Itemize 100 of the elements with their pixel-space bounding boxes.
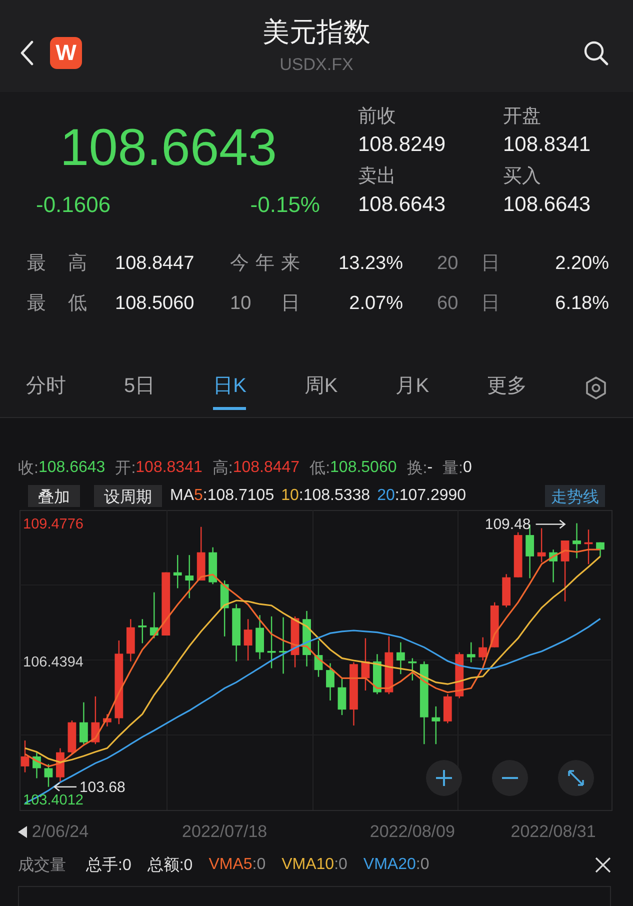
candlestick bbox=[279, 617, 288, 674]
quote-value: 108.5060 bbox=[330, 459, 397, 477]
date-axis-label: 2022/07/18 bbox=[182, 822, 268, 842]
percent-change: -0.15% bbox=[250, 192, 320, 218]
candlestick bbox=[256, 615, 264, 660]
candlestick bbox=[396, 642, 405, 674]
candlestick bbox=[572, 523, 581, 558]
stat-label: 20 日 bbox=[437, 252, 500, 276]
quote-label: 收: bbox=[18, 458, 38, 478]
candlestick bbox=[126, 619, 135, 662]
candlestick bbox=[91, 696, 100, 744]
detail-label: 卖出 bbox=[358, 165, 397, 189]
settings-icon[interactable] bbox=[584, 376, 607, 400]
detail-label: 买入 bbox=[503, 165, 542, 189]
stat-label: 60 日 bbox=[437, 292, 500, 316]
ma-legend: MA5:108.7105 bbox=[170, 487, 274, 505]
quote-value: 0 bbox=[462, 459, 472, 477]
candlestick bbox=[584, 530, 593, 564]
candlestick bbox=[502, 574, 511, 608]
candlestick bbox=[232, 604, 241, 662]
search-icon[interactable] bbox=[583, 40, 609, 66]
date-axis-label: 2022/08/09 bbox=[370, 822, 455, 842]
candlestick bbox=[466, 642, 476, 662]
period-tab[interactable]: 日K bbox=[213, 366, 246, 410]
quote-label: 换: bbox=[406, 458, 428, 478]
period-tab[interactable]: 月K bbox=[396, 366, 430, 410]
quote-label: 开: bbox=[115, 458, 136, 478]
candlestick bbox=[138, 619, 147, 644]
detail-value: 108.8341 bbox=[503, 132, 592, 158]
scroll-left-icon[interactable] bbox=[18, 826, 27, 838]
trend-line-button[interactable]: 走势线 bbox=[545, 485, 605, 507]
volume-field: 总额:0 bbox=[147, 854, 193, 876]
candlestick bbox=[549, 550, 558, 582]
zoom-in-button[interactable] bbox=[426, 760, 462, 796]
candlestick bbox=[514, 532, 522, 578]
candlestick bbox=[384, 636, 394, 694]
candlestick bbox=[56, 748, 64, 782]
candlestick bbox=[443, 694, 452, 724]
candlestick bbox=[432, 706, 440, 744]
quote-label: 量: bbox=[442, 458, 463, 478]
candlestick bbox=[173, 555, 182, 588]
candlestick bbox=[596, 542, 604, 556]
candlestick bbox=[32, 752, 41, 778]
quote-label: 高: bbox=[212, 458, 233, 478]
candlestick bbox=[44, 764, 53, 787]
quote-value: 108.8341 bbox=[136, 459, 202, 477]
stat-value: 2.07% bbox=[348, 292, 403, 316]
price-axis-label: 109.4776 bbox=[23, 516, 84, 532]
back-icon[interactable] bbox=[20, 40, 34, 66]
arrow-icon bbox=[535, 520, 566, 529]
detail-value: 108.6643 bbox=[358, 192, 447, 218]
candlestick bbox=[267, 616, 276, 668]
candlestick bbox=[20, 740, 30, 772]
candlestick bbox=[350, 662, 358, 726]
candlestick bbox=[326, 663, 334, 700]
toolbar-button[interactable]: 叠加 bbox=[28, 485, 80, 507]
candlestick bbox=[185, 555, 194, 598]
detail-label: 前收 bbox=[358, 105, 397, 129]
candlestick bbox=[196, 526, 206, 580]
fullscreen-button[interactable] bbox=[558, 760, 594, 796]
stat-label: 10 日 bbox=[230, 292, 300, 316]
period-tab[interactable]: 分时 bbox=[26, 366, 66, 410]
close-icon[interactable] bbox=[595, 857, 611, 873]
candlestick bbox=[314, 640, 323, 677]
detail-label: 开盘 bbox=[503, 105, 542, 129]
stat-value: 13.23% bbox=[338, 252, 403, 276]
candlestick bbox=[68, 720, 76, 754]
candlestick bbox=[244, 619, 252, 660]
candlestick bbox=[490, 602, 499, 648]
stat-value: 108.8447 bbox=[115, 252, 196, 276]
candlestick bbox=[290, 616, 300, 668]
date-axis-label: 2/06/24 bbox=[32, 822, 89, 842]
stat-value: 2.20% bbox=[554, 252, 609, 276]
ma-legend: 20:107.2990 bbox=[377, 487, 466, 505]
vma-legend: VMA5:0 bbox=[208, 856, 266, 874]
period-tab[interactable]: 5日 bbox=[124, 366, 156, 410]
candlestick bbox=[478, 637, 488, 660]
stat-value: 6.18% bbox=[554, 292, 609, 316]
price-change: -0.1606 bbox=[36, 192, 111, 218]
app-logo: W bbox=[50, 37, 82, 69]
candlestick bbox=[408, 658, 417, 680]
volume-field: 总手:0 bbox=[86, 854, 132, 876]
expand-icon bbox=[567, 769, 585, 787]
candlestick bbox=[302, 610, 311, 666]
candlestick bbox=[373, 654, 382, 694]
high-price-label: 109.48 bbox=[484, 516, 531, 534]
stat-label: 最 高 bbox=[27, 252, 87, 276]
zoom-out-button[interactable] bbox=[492, 760, 528, 796]
ma-legend: 10:108.5338 bbox=[281, 487, 370, 505]
candlestick bbox=[102, 714, 112, 726]
candlestick bbox=[220, 580, 229, 636]
candlestick bbox=[208, 547, 218, 584]
candlestick bbox=[361, 638, 370, 690]
period-tab[interactable]: 更多 bbox=[487, 366, 527, 410]
volume-title: 成交量 bbox=[18, 856, 66, 876]
detail-value: 108.6643 bbox=[503, 192, 592, 218]
period-tab[interactable]: 周K bbox=[304, 366, 338, 410]
quote-value: 108.8447 bbox=[232, 459, 300, 477]
candlestick bbox=[150, 592, 158, 638]
toolbar-button[interactable]: 设周期 bbox=[94, 485, 162, 507]
